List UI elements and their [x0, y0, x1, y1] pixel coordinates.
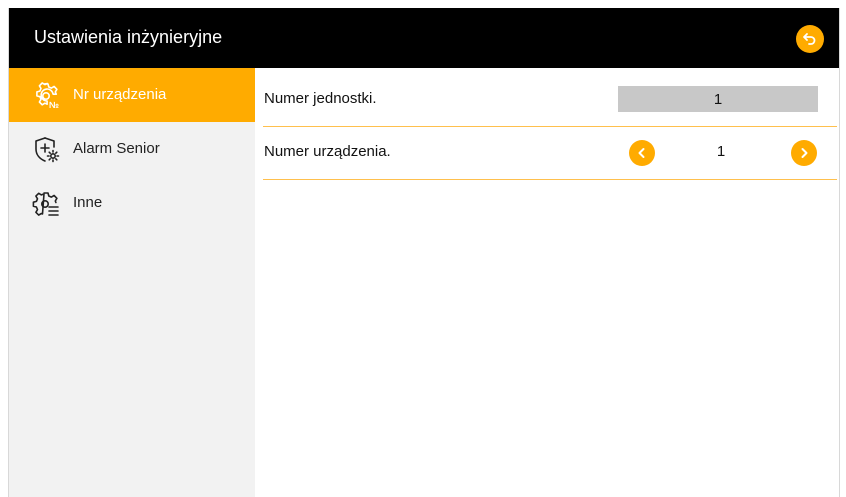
sidebar: № Nr urządzenia Alarm Senior Inne	[9, 68, 255, 497]
sidebar-item-label: Alarm Senior	[73, 140, 160, 157]
sidebar-item-label: Inne	[73, 194, 103, 211]
unit-number-field[interactable]: 1	[618, 86, 818, 112]
page-title: Ustawienia inżynieryjne	[34, 27, 223, 47]
sidebar-item-device-number[interactable]: № Nr urządzenia	[9, 68, 255, 122]
gear-no-icon: №	[36, 82, 59, 110]
device-number-label: Numer urządzenia.	[264, 143, 391, 160]
shield-plus-gear-icon	[35, 137, 60, 163]
increment-button[interactable]	[791, 140, 817, 166]
title-bar: Ustawienia inżynieryjne	[9, 8, 839, 68]
svg-text:№: №	[49, 100, 59, 110]
app-window: Ustawienia inżynieryjne № Nr urządzenia	[8, 8, 840, 497]
back-button[interactable]	[796, 25, 824, 53]
chevron-left-icon	[638, 148, 645, 158]
chevron-right-icon	[801, 148, 808, 158]
main-content: Numer jednostki. 1 Numer urządzenia. 1	[255, 68, 839, 497]
sidebar-item-other[interactable]: Inne	[9, 176, 255, 230]
sidebar-item-alarm-senior[interactable]: Alarm Senior	[9, 122, 255, 176]
gear-list-icon	[32, 192, 59, 216]
device-number-value: 1	[716, 143, 726, 160]
decrement-button[interactable]	[629, 140, 655, 166]
sidebar-item-label: Nr urządzenia	[73, 86, 167, 103]
unit-number-row: Numer jednostki. 1	[263, 74, 837, 127]
unit-number-label: Numer jednostki.	[264, 90, 377, 107]
device-number-row: Numer urządzenia. 1	[263, 127, 837, 180]
back-return-icon	[803, 33, 816, 45]
